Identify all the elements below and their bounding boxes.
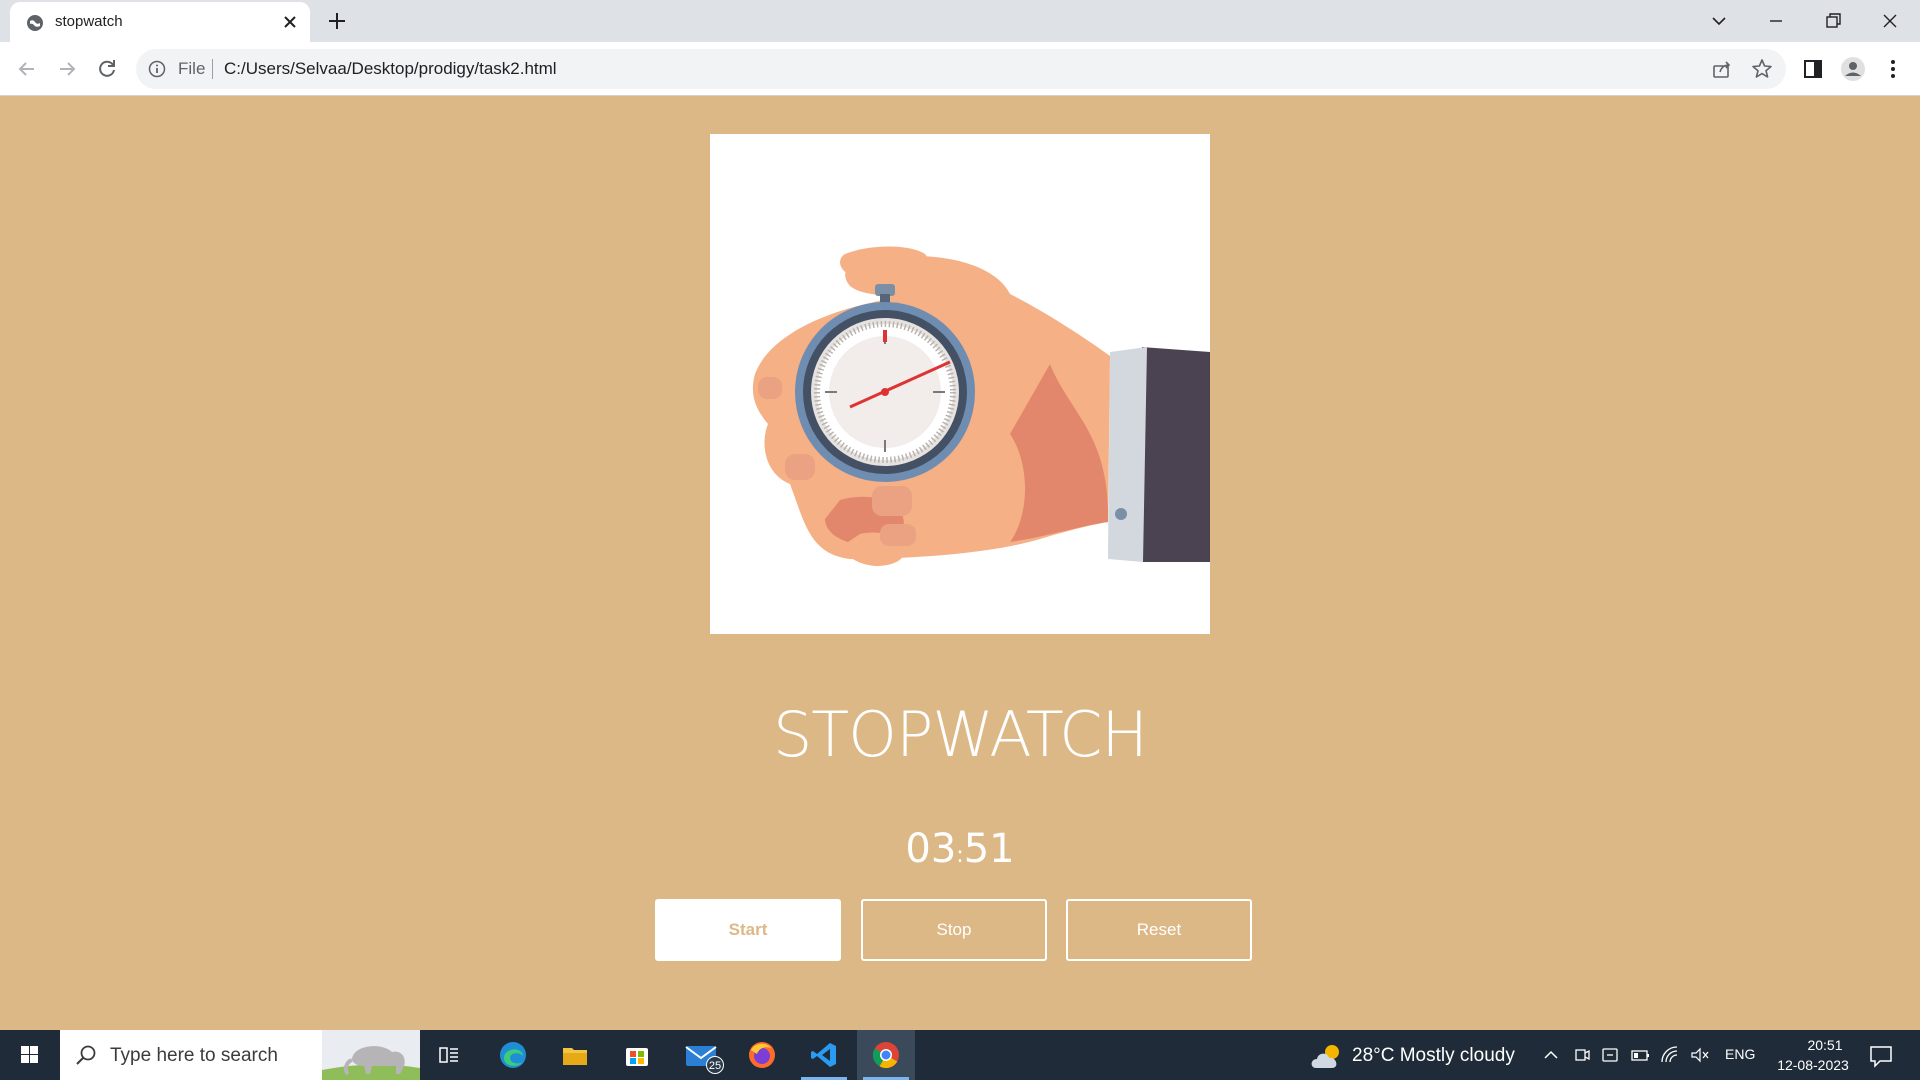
scheme-label: File bbox=[178, 59, 206, 78]
reload-icon[interactable] bbox=[94, 56, 120, 82]
share-icon[interactable] bbox=[1710, 57, 1734, 81]
profile-icon[interactable] bbox=[1840, 56, 1866, 82]
url-text[interactable]: C:/Users/Selvaa/Desktop/prodigy/task2.ht… bbox=[224, 59, 557, 79]
firefox-button[interactable] bbox=[733, 1030, 791, 1080]
windows-taskbar: Type here to search 25 28°C Mostly cloud… bbox=[0, 1030, 1920, 1080]
side-panel-icon[interactable] bbox=[1800, 56, 1826, 82]
store-icon bbox=[626, 1048, 648, 1066]
language-indicator[interactable]: ENG bbox=[1725, 1046, 1755, 1062]
start-button[interactable] bbox=[0, 1030, 60, 1080]
close-window-icon[interactable] bbox=[1877, 8, 1903, 34]
battery-icon[interactable] bbox=[1630, 1045, 1650, 1065]
plus-icon[interactable] bbox=[326, 10, 348, 32]
mail-button[interactable]: 25 bbox=[672, 1030, 730, 1080]
weather-widget[interactable]: 28°C Mostly cloudy bbox=[1310, 1042, 1515, 1070]
mail-badge: 25 bbox=[706, 1056, 724, 1074]
browser-toolbar: File C:/Users/Selvaa/Desktop/prodigy/tas… bbox=[0, 42, 1920, 96]
tab-strip: stopwatch bbox=[0, 0, 1920, 42]
address-divider bbox=[212, 59, 213, 79]
close-icon[interactable] bbox=[280, 12, 300, 32]
file-explorer-button[interactable] bbox=[546, 1030, 604, 1080]
chevron-up-icon[interactable] bbox=[1541, 1045, 1561, 1065]
chrome-button[interactable] bbox=[857, 1030, 915, 1080]
restore-icon[interactable] bbox=[1820, 8, 1846, 34]
minimize-icon[interactable] bbox=[1763, 8, 1789, 34]
vscode-button[interactable] bbox=[795, 1030, 853, 1080]
edge-button[interactable] bbox=[484, 1030, 542, 1080]
weather-text: 28°C Mostly cloudy bbox=[1352, 1045, 1515, 1066]
globe-icon bbox=[27, 15, 43, 31]
reset-button[interactable]: Reset bbox=[1066, 899, 1252, 961]
minutes-value: 03 bbox=[905, 826, 957, 872]
search-placeholder: Type here to search bbox=[110, 1045, 278, 1066]
info-icon[interactable] bbox=[148, 60, 166, 78]
notification-icon[interactable] bbox=[1868, 1043, 1894, 1069]
clock-date[interactable]: 12-08-2023 bbox=[1766, 1057, 1860, 1073]
more-icon[interactable] bbox=[1880, 56, 1906, 82]
firefox-icon bbox=[749, 1042, 775, 1068]
edge-icon bbox=[500, 1042, 526, 1068]
task-view-icon bbox=[439, 1047, 458, 1063]
seconds-value: 51 bbox=[963, 826, 1015, 872]
back-icon[interactable] bbox=[14, 56, 40, 82]
vscode-icon bbox=[811, 1043, 836, 1067]
start-button[interactable]: Start bbox=[655, 899, 841, 961]
page-title: STOPWATCH bbox=[772, 698, 1148, 771]
wifi-icon[interactable] bbox=[1660, 1045, 1680, 1065]
stopwatch-illustration bbox=[710, 134, 1210, 634]
chrome-icon bbox=[872, 1042, 899, 1069]
elephant-icon bbox=[322, 1030, 420, 1080]
task-view-button[interactable] bbox=[420, 1030, 478, 1080]
folder-icon bbox=[563, 1048, 587, 1065]
mute-icon[interactable] bbox=[1690, 1045, 1710, 1065]
clock-time[interactable]: 20:51 bbox=[1790, 1037, 1860, 1053]
tab-stopwatch[interactable]: stopwatch bbox=[10, 2, 310, 42]
forward-icon[interactable] bbox=[54, 56, 80, 82]
windows-logo-icon bbox=[21, 1046, 38, 1063]
store-button[interactable] bbox=[608, 1030, 666, 1080]
chevron-down-icon[interactable] bbox=[1706, 8, 1732, 34]
time-display: 03:51 bbox=[0, 826, 1920, 872]
tab-title: stopwatch bbox=[55, 13, 123, 30]
time-separator: : bbox=[956, 843, 964, 868]
search-icon bbox=[76, 1045, 96, 1065]
address-bar[interactable]: File C:/Users/Selvaa/Desktop/prodigy/tas… bbox=[136, 49, 1786, 89]
taskbar-search[interactable]: Type here to search bbox=[60, 1030, 420, 1080]
cloudy-weather-icon bbox=[1311, 1045, 1339, 1068]
stop-button[interactable]: Stop bbox=[861, 899, 1047, 961]
meet-now-icon[interactable] bbox=[1572, 1045, 1592, 1065]
star-icon[interactable] bbox=[1750, 57, 1774, 81]
device-icon[interactable] bbox=[1600, 1045, 1620, 1065]
